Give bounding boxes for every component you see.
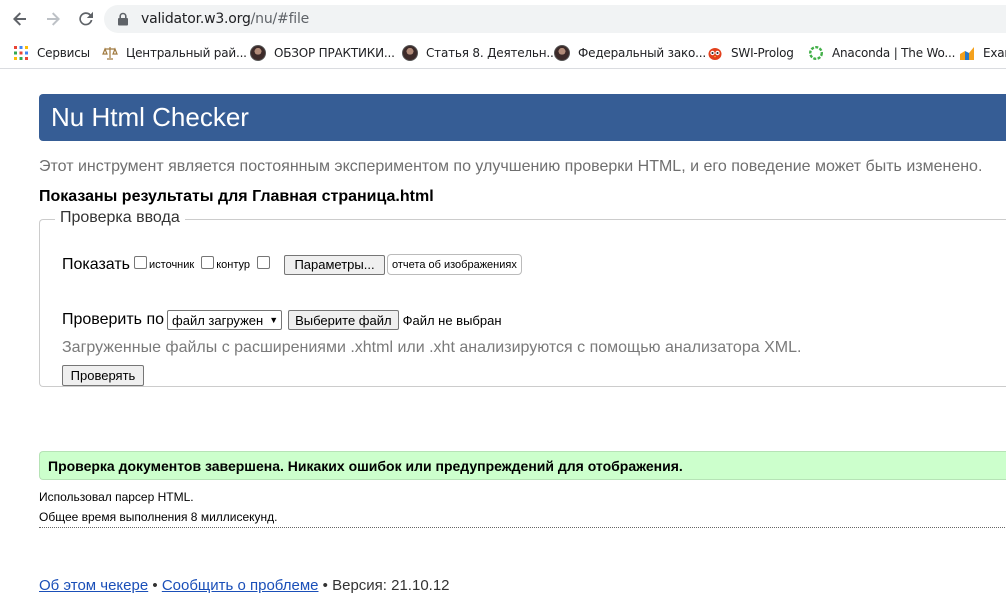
- bookmark-label: Сервисы: [37, 46, 90, 60]
- bookmark-central-court[interactable]: Центральный рай...: [102, 44, 247, 62]
- arrow-left-icon: [13, 12, 26, 26]
- outline-label: контур: [216, 258, 251, 271]
- outline-checkbox[interactable]: [201, 256, 215, 269]
- reload-icon: [79, 11, 93, 26]
- submit-button[interactable]: Проверять: [62, 365, 144, 386]
- xml-hint: Загруженные файлы с расширениями .xhtml …: [62, 339, 802, 356]
- chart-logo-icon: [959, 45, 975, 61]
- footer-separator: •: [322, 577, 328, 594]
- check-by-value: файл загружен: [172, 312, 264, 328]
- page-header: Nu Html Checker: [39, 94, 1006, 141]
- divider: [39, 527, 1006, 528]
- intro-text: Этот инструмент является постоянным эксп…: [39, 158, 983, 175]
- parser-info: Использовал парсер HTML.: [39, 490, 194, 504]
- avatar-icon: [250, 45, 266, 61]
- url-text: validator.w3.org/nu/#file: [141, 11, 310, 27]
- image-report-checkbox[interactable]: [257, 256, 271, 269]
- owl-icon: [707, 45, 723, 61]
- submit-wrap: Проверять: [62, 365, 144, 386]
- bookmark-exar[interactable]: Exar: [959, 44, 1006, 62]
- bookmark-label: Центральный рай...: [126, 46, 247, 60]
- bookmark-services[interactable]: Сервисы: [13, 44, 90, 62]
- input-check-form: Проверка ввода Показать источник контур …: [39, 209, 1006, 387]
- source-label: источник: [149, 258, 195, 271]
- choose-file-button[interactable]: Выберите файл: [288, 310, 399, 330]
- report-problem-link[interactable]: Сообщить о проблеме: [162, 577, 319, 594]
- address-bar[interactable]: validator.w3.org/nu/#file: [104, 5, 1006, 33]
- parameters-button[interactable]: Параметры...: [284, 254, 386, 275]
- form-legend: Проверка ввода: [55, 209, 185, 227]
- version-text: Версия: 21.10.12: [332, 577, 450, 594]
- scales-icon: [102, 45, 118, 61]
- arrow-right-icon: [47, 12, 60, 26]
- result-details: Использовал парсер HTML. Общее время вып…: [39, 487, 278, 527]
- apps-grid-icon: [13, 45, 29, 61]
- browser-toolbar: validator.w3.org/nu/#file: [0, 0, 1006, 38]
- check-by-select[interactable]: файл загружен ▼: [167, 310, 283, 330]
- bookmark-federal-law[interactable]: Федеральный зако...: [554, 44, 706, 62]
- show-label: Показать: [62, 255, 131, 273]
- bookmark-practice-review[interactable]: ОБЗОР ПРАКТИКИ...: [250, 44, 395, 62]
- check-by-row: Проверить по файл загружен ▼ Выберите фа…: [62, 310, 502, 330]
- source-option[interactable]: источник: [134, 256, 195, 271]
- back-button[interactable]: [7, 7, 33, 31]
- forward-button[interactable]: [40, 7, 66, 31]
- bookmark-swi-prolog[interactable]: SWI-Prolog: [707, 44, 794, 62]
- elapsed-time: Общее время выполнения 8 миллисекунд.: [39, 510, 278, 524]
- success-text: Проверка документов завершена. Никаких о…: [48, 458, 683, 474]
- results-heading: Показаны результаты для Главная страница…: [39, 188, 434, 205]
- footer-separator: •: [152, 577, 158, 594]
- about-link[interactable]: Об этом чекере: [39, 577, 148, 594]
- check-by-label: Проверить по: [62, 311, 165, 328]
- bookmarks-bar: Сервисы Центральный рай... ОБЗОР ПРАКТИК…: [0, 38, 1006, 69]
- bookmark-label: ОБЗОР ПРАКТИКИ...: [274, 46, 395, 60]
- image-report-label: отчета об изображениях: [387, 254, 522, 275]
- bookmark-label: SWI-Prolog: [731, 46, 794, 60]
- bookmark-anaconda[interactable]: Anaconda | The Wo...: [808, 44, 955, 62]
- avatar-icon: [402, 45, 418, 61]
- show-options-row: Показать источник контур Параметры... от…: [62, 254, 522, 275]
- no-file-text: Файл не выбран: [402, 312, 502, 328]
- lock-icon: [118, 12, 128, 26]
- success-message: Проверка документов завершена. Никаких о…: [39, 451, 1006, 480]
- footer: Об этом чекере • Сообщить о проблеме • В…: [39, 577, 450, 594]
- source-checkbox[interactable]: [134, 256, 148, 269]
- reload-button[interactable]: [73, 7, 99, 31]
- bookmark-label: Anaconda | The Wo...: [832, 46, 956, 60]
- page-title: Nu Html Checker: [51, 102, 249, 132]
- bookmark-label: Статья 8. Деятельн...: [426, 46, 558, 60]
- avatar-icon: [554, 45, 570, 61]
- anaconda-ring-icon: [808, 45, 824, 61]
- image-report-option[interactable]: [257, 256, 272, 271]
- outline-option[interactable]: контур: [201, 256, 251, 271]
- bookmark-article-8[interactable]: Статья 8. Деятельн...: [402, 44, 557, 62]
- bookmark-label: Федеральный зако...: [578, 46, 707, 60]
- bookmark-label: Exar: [983, 46, 1006, 60]
- chevron-down-icon: ▼: [269, 315, 279, 325]
